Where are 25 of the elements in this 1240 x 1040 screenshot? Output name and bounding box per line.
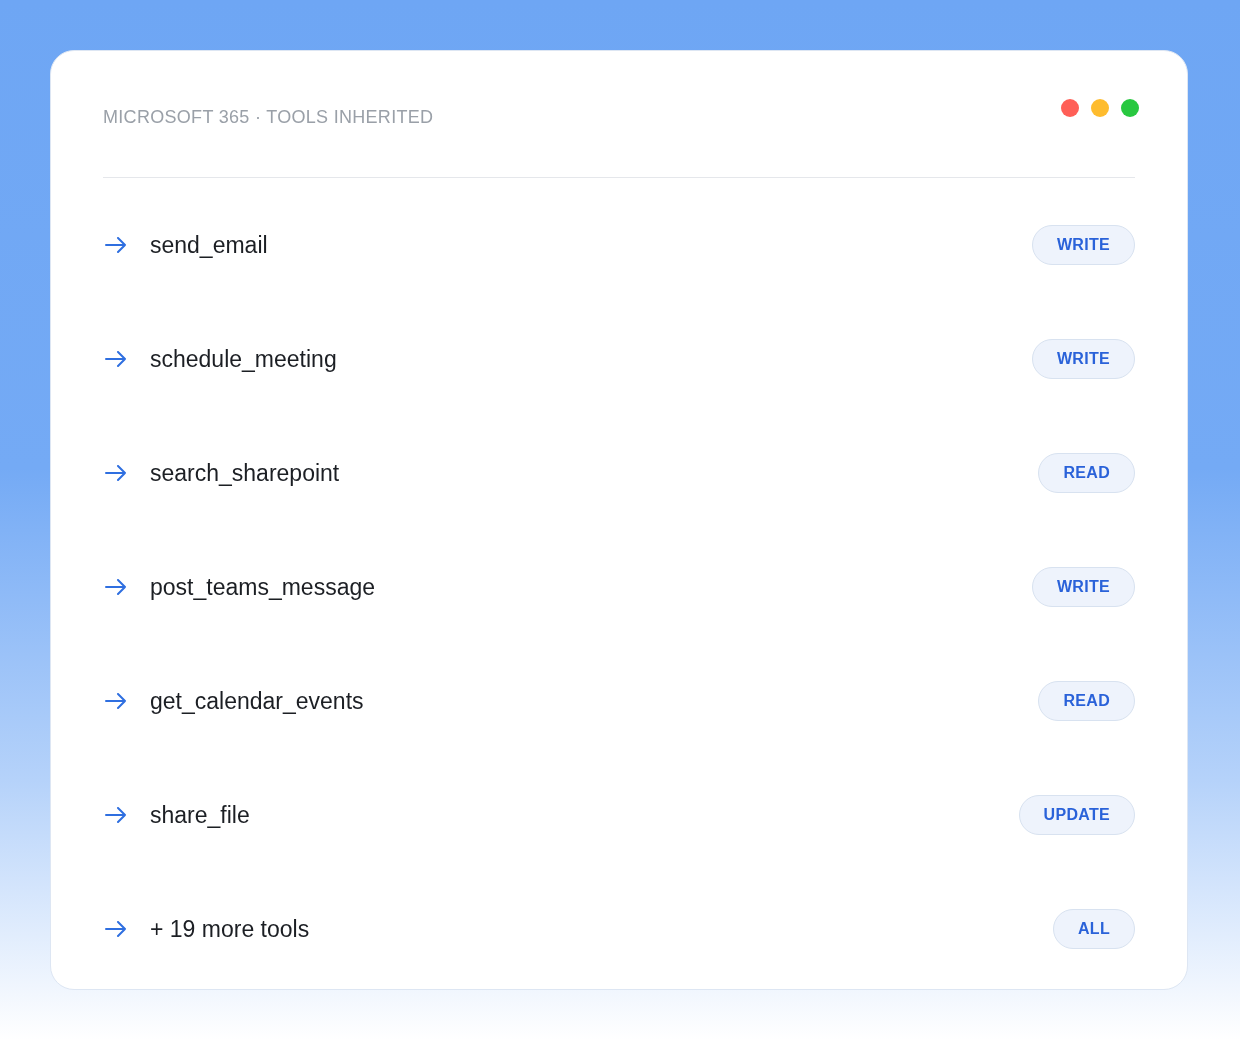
tool-name: + 19 more tools [150, 915, 311, 943]
window-control-dot[interactable] [1121, 99, 1139, 117]
arrow-right-icon [105, 693, 127, 709]
arrow-right-icon [105, 921, 127, 937]
arrow-right-icon [105, 579, 127, 595]
window-control-dot[interactable] [1061, 99, 1079, 117]
access-badge: READ [1038, 681, 1135, 721]
window-control-dot[interactable] [1091, 99, 1109, 117]
access-badge: READ [1038, 453, 1135, 493]
arrow-right-icon [105, 237, 127, 253]
window-title: MICROSOFT 365 · TOOLS INHERITED [103, 106, 434, 128]
tool-name: schedule_meeting [150, 345, 338, 373]
arrow-right-icon [105, 807, 127, 823]
tool-name: get_calendar_events [150, 687, 365, 715]
access-badge: WRITE [1031, 567, 1135, 607]
tool-name: post_teams_message [150, 573, 376, 601]
tool-name: share_file [150, 801, 251, 829]
access-badge: ALL [1053, 909, 1135, 949]
access-badge: WRITE [1031, 339, 1135, 379]
tool-name: search_sharepoint [150, 459, 341, 487]
arrow-right-icon [105, 351, 127, 367]
arrow-right-icon [105, 465, 127, 481]
access-badge: WRITE [1031, 225, 1135, 265]
tool-name: send_email [150, 231, 269, 259]
access-badge: UPDATE [1018, 795, 1135, 835]
